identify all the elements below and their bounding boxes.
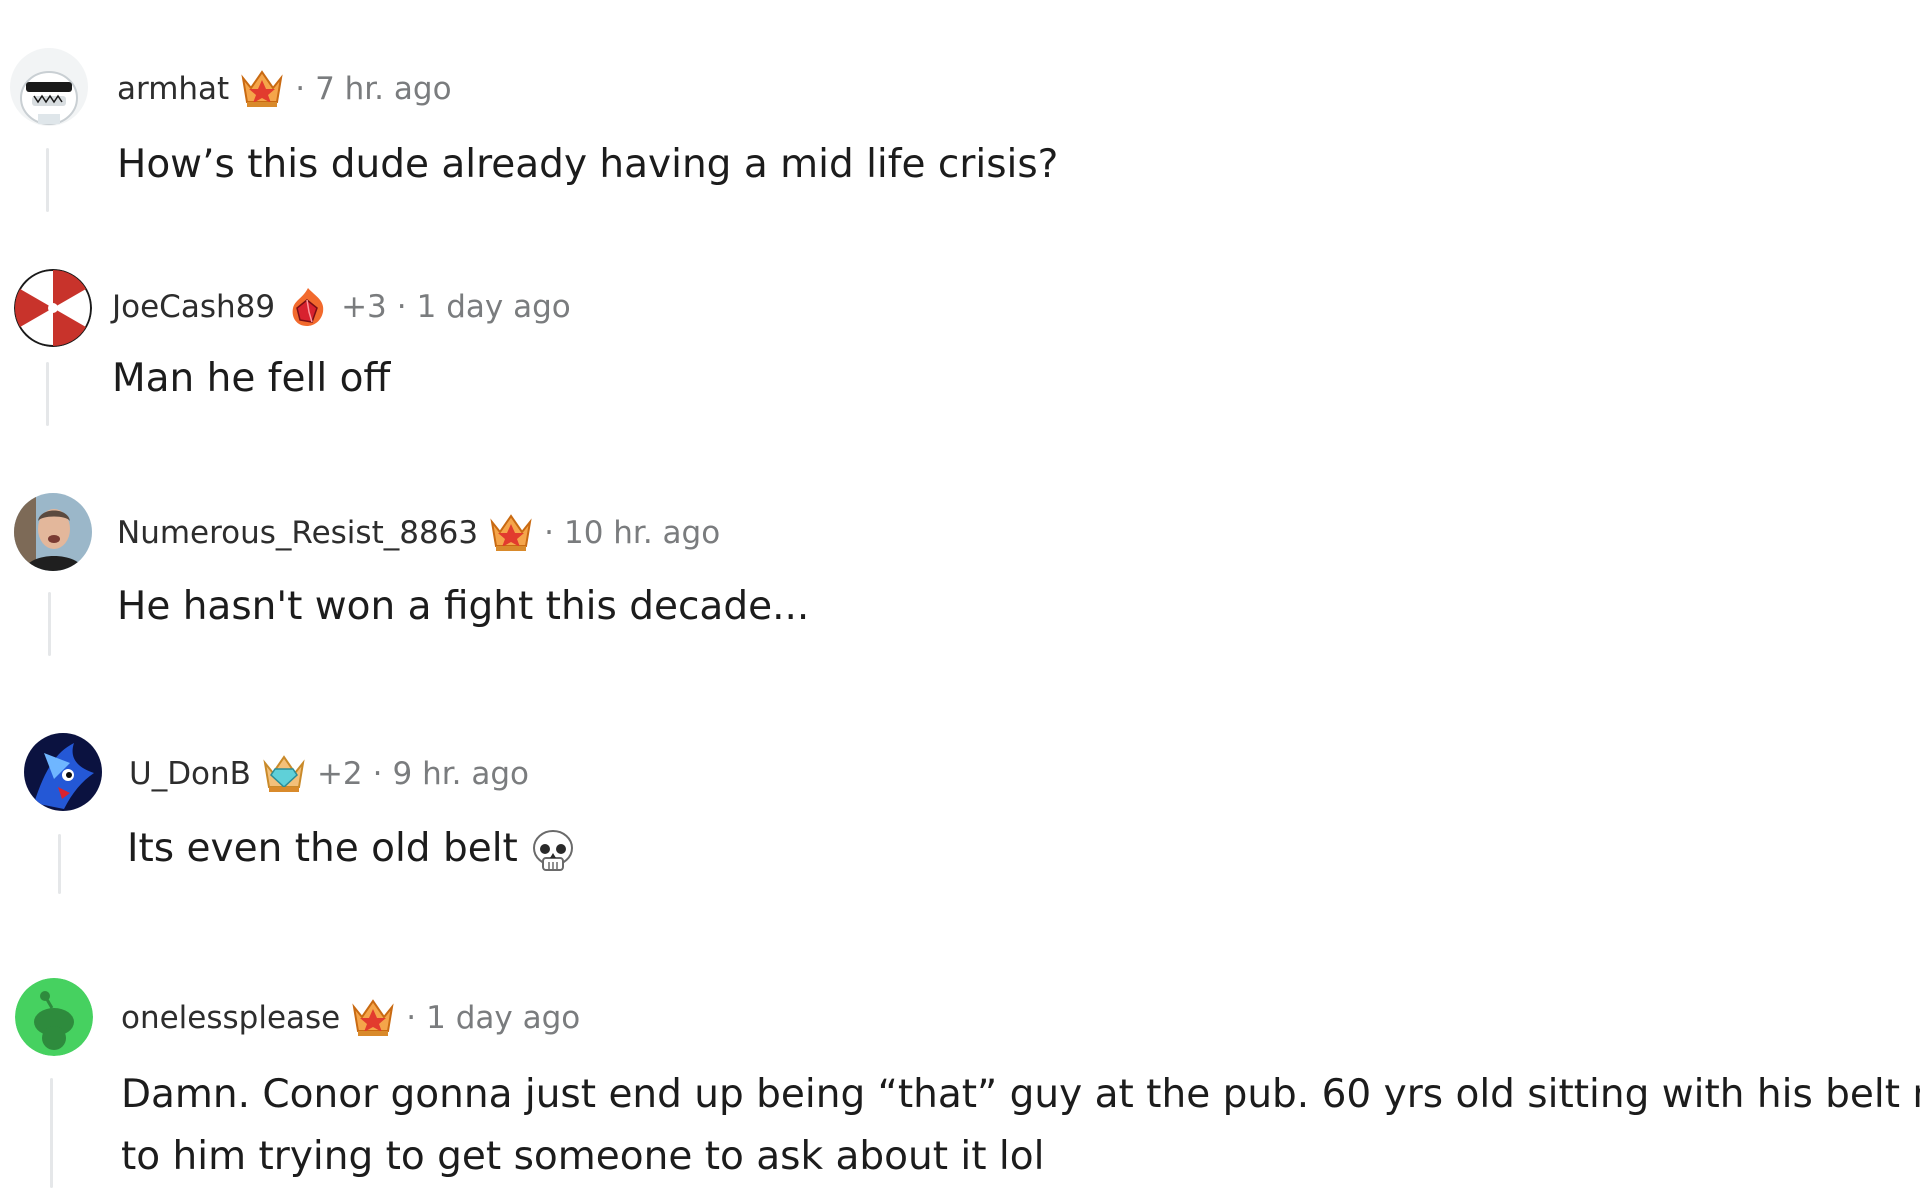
comment-text: How’s this dude already having a mid lif…: [117, 142, 1059, 187]
sonic-avatar-icon: [24, 733, 102, 811]
comment-meta: Numerous_Resist_8863 · 10 hr. ago: [117, 512, 720, 554]
trophy-icon: [488, 512, 534, 554]
avatar[interactable]: [10, 48, 88, 126]
avatar[interactable]: [14, 493, 92, 571]
username[interactable]: U_DonB: [129, 754, 251, 794]
thread-line[interactable]: [46, 148, 49, 212]
comment-meta: U_DonB +2 · 9 hr. ago: [129, 753, 529, 795]
extra-awards-count[interactable]: +2: [317, 754, 363, 794]
snoo-avatar-icon: [10, 48, 88, 126]
thread-line[interactable]: [58, 834, 61, 894]
avatar[interactable]: [14, 269, 92, 347]
comment-meta: JoeCash89 +3 · 1 day ago: [112, 286, 571, 328]
comment-text: Its even the old belt: [127, 818, 576, 880]
fire-ruby-icon: [285, 286, 331, 328]
avatar[interactable]: [15, 978, 93, 1056]
separator-dot: ·: [396, 289, 407, 325]
skull-emoji-icon: [530, 828, 576, 874]
timestamp[interactable]: 1 day ago: [417, 287, 571, 327]
diamond-trophy-icon: [261, 753, 307, 795]
trophy-icon: [350, 997, 396, 1039]
thread-line[interactable]: [48, 592, 51, 656]
timestamp[interactable]: 10 hr. ago: [564, 513, 720, 553]
timestamp[interactable]: 7 hr. ago: [315, 69, 451, 109]
comment-text-content: Its even the old belt: [127, 826, 518, 871]
comment-text-line-2: to him trying to get someone to ask abou…: [121, 1134, 1045, 1179]
comment-text: He hasn't won a fight this decade...: [117, 584, 810, 629]
separator-dot: ·: [544, 515, 554, 551]
timestamp[interactable]: 9 hr. ago: [393, 754, 529, 794]
thread-line[interactable]: [46, 362, 49, 426]
separator-dot: ·: [406, 1000, 417, 1036]
comment-text: Man he fell off: [112, 356, 391, 401]
avatar[interactable]: [24, 733, 102, 811]
comment-meta: onelessplease · 1 day ago: [121, 997, 580, 1039]
username[interactable]: onelessplease: [121, 998, 340, 1038]
separator-dot: ·: [372, 756, 383, 792]
extra-awards-count[interactable]: +3: [341, 287, 387, 327]
username[interactable]: armhat: [117, 69, 229, 109]
separator-dot: ·: [295, 71, 306, 107]
comment-meta: armhat · 7 hr. ago: [117, 68, 452, 110]
thread-line[interactable]: [50, 1078, 53, 1188]
trophy-icon: [239, 68, 285, 110]
timestamp[interactable]: 1 day ago: [426, 998, 580, 1038]
username[interactable]: Numerous_Resist_8863: [117, 513, 478, 553]
username[interactable]: JoeCash89: [112, 287, 275, 327]
comment-text-line-1: Damn. Conor gonna just end up being “tha…: [121, 1072, 1920, 1117]
snoo-default-avatar-icon: [15, 978, 93, 1056]
person-photo-avatar-icon: [14, 493, 92, 571]
umbrella-logo-avatar-icon: [14, 269, 92, 347]
